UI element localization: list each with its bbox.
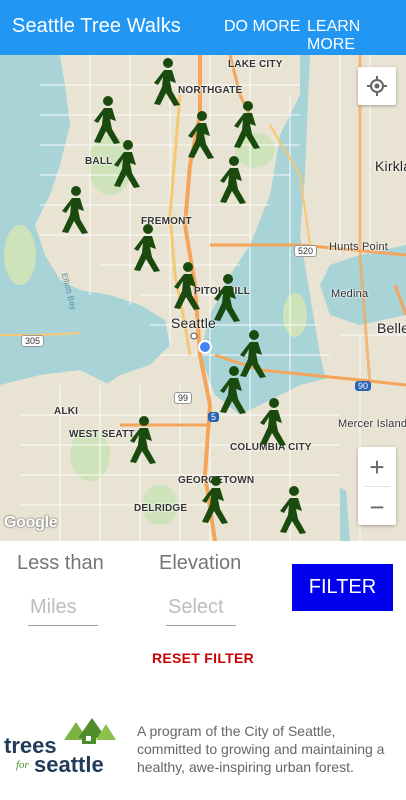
interstate-90-shield: 90: [355, 381, 372, 391]
walker-icon[interactable]: [194, 475, 234, 525]
label-hunts-point: Hunts Point: [329, 241, 389, 253]
walker-icon[interactable]: [106, 139, 146, 189]
program-description: A program of the City of Seattle, commit…: [137, 723, 385, 775]
seattle-marker-dot: [190, 332, 198, 340]
elevation-select[interactable]: Select: [166, 596, 236, 626]
walker-icon[interactable]: [206, 273, 246, 323]
walker-icon[interactable]: [122, 415, 162, 465]
map-view[interactable]: LAKE CITY NORTHGATE BALL FREMONT PITOL H…: [0, 55, 406, 541]
zoom-in-button[interactable]: +: [358, 447, 396, 486]
label-northgate: NORTHGATE: [178, 85, 243, 96]
zoom-out-button[interactable]: −: [358, 487, 396, 526]
walker-icon[interactable]: [126, 223, 166, 273]
learn-more-button[interactable]: LEARN MORE: [307, 18, 406, 54]
walker-icon[interactable]: [146, 57, 186, 107]
elevation-label: Elevation: [159, 552, 242, 574]
tree-logo-graphic: trees for seattle: [4, 718, 116, 777]
logo-seattle: seattle: [34, 752, 104, 777]
walker-icon[interactable]: [54, 185, 94, 235]
walker-icon[interactable]: [212, 365, 252, 415]
road-99-badge: 99: [174, 392, 193, 404]
filter-button[interactable]: FILTER: [292, 564, 393, 611]
app-title: Seattle Tree Walks: [12, 15, 181, 37]
label-kirkland: Kirkla: [375, 158, 406, 174]
reset-filter-button[interactable]: RESET FILTER: [0, 650, 406, 666]
do-more-button[interactable]: DO MORE: [224, 18, 300, 36]
road-520-badge: 520: [294, 245, 318, 257]
label-lake-city: LAKE CITY: [228, 59, 283, 70]
logo-for: for: [16, 759, 30, 771]
trees-for-seattle-logo[interactable]: trees for seattle: [2, 716, 124, 782]
current-location-dot: [198, 340, 212, 354]
label-bellevue: Belle: [377, 320, 406, 336]
walker-icon[interactable]: [180, 110, 220, 160]
walker-icon[interactable]: [226, 100, 266, 150]
google-logo[interactable]: Google: [4, 514, 58, 532]
miles-input[interactable]: Miles: [28, 596, 98, 626]
app-bar: Seattle Tree Walks DO MORE LEARN MORE: [0, 0, 406, 55]
crosshair-icon: [367, 76, 387, 96]
label-medina: Medina: [331, 288, 369, 300]
walker-icon[interactable]: [272, 485, 312, 535]
my-location-button[interactable]: [358, 67, 396, 105]
road-305-badge: 305: [21, 335, 45, 347]
walker-icon[interactable]: [166, 261, 206, 311]
walker-icon[interactable]: [252, 397, 292, 447]
label-alki: ALKI: [54, 406, 79, 417]
walker-icon[interactable]: [212, 155, 252, 205]
walker-icon[interactable]: [86, 95, 126, 145]
label-delridge: DELRIDGE: [134, 503, 188, 514]
app-screen: Seattle Tree Walks DO MORE LEARN MORE LA…: [0, 0, 406, 800]
zoom-controls: + −: [358, 447, 396, 525]
less-than-label: Less than: [17, 552, 104, 574]
label-mercer-island: Mercer Island: [338, 418, 406, 430]
